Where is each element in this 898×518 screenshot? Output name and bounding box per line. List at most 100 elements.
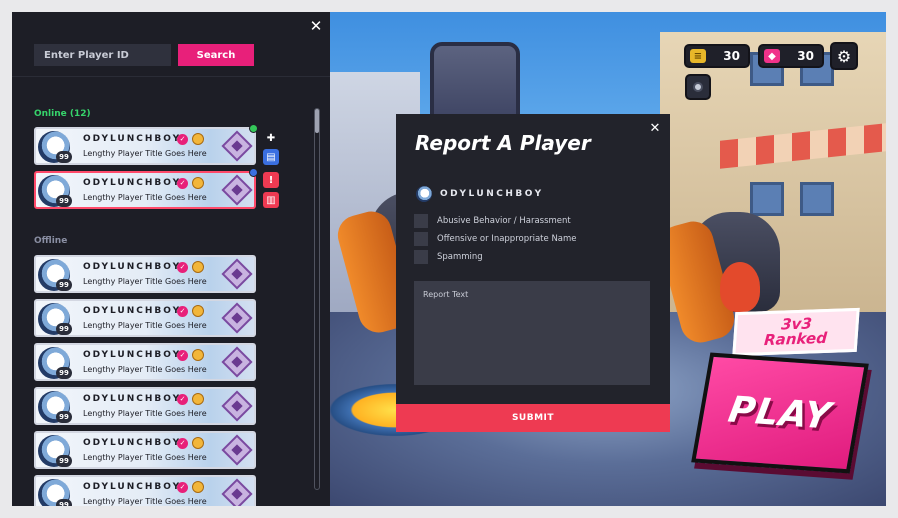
game-mode-selector[interactable]: 3v3 Ranked xyxy=(732,307,860,357)
chat-button[interactable]: ▤ xyxy=(263,149,279,165)
verified-icon: ✓ xyxy=(177,394,188,405)
reported-player-avatar xyxy=(416,186,432,202)
close-icon[interactable]: ✕ xyxy=(308,18,324,34)
emote-icon xyxy=(192,393,204,405)
friends-scrollbar[interactable] xyxy=(314,108,320,490)
offline-friend-card[interactable]: 99 ODYLUNCHBOY ✓ Lengthy Player Title Goes … xyxy=(34,299,256,337)
submit-button[interactable]: SUBMIT xyxy=(396,404,670,432)
play-button[interactable]: PLAY xyxy=(691,352,869,474)
report-option-abusive[interactable]: Abusive Behavior / Harassment xyxy=(414,214,571,228)
building-window xyxy=(750,182,784,216)
player-name: ODYLUNCHBOY xyxy=(83,394,182,404)
remove-friend-button[interactable]: ▥ xyxy=(263,192,279,208)
verified-icon: ✓ xyxy=(177,482,188,493)
player-name: ODYLUNCHBOY xyxy=(83,438,182,448)
level-badge: 99 xyxy=(56,279,72,291)
verified-icon: ✓ xyxy=(177,306,188,317)
online-header: Online (12) xyxy=(34,109,91,119)
player-title: Lengthy Player Title Goes Here xyxy=(83,149,207,158)
search-button[interactable]: Search xyxy=(178,44,254,66)
report-button[interactable]: ! xyxy=(263,172,279,188)
reported-player-name: ODYLUNCHBOY xyxy=(440,189,544,199)
player-title: Lengthy Player Title Goes Here xyxy=(83,409,207,418)
scrollbar-thumb[interactable] xyxy=(315,109,319,133)
online-status-dot xyxy=(249,168,258,177)
player-name: ODYLUNCHBOY xyxy=(83,262,182,272)
level-badge: 99 xyxy=(56,499,72,506)
sidebar-divider xyxy=(12,76,330,77)
offline-friend-card[interactable]: 99 ODYLUNCHBOY ✓ Lengthy Player Title Goes … xyxy=(34,255,256,293)
report-option-spamming[interactable]: Spamming xyxy=(414,250,483,264)
report-option-label: Spamming xyxy=(437,252,483,262)
offline-friend-card[interactable]: 99 ODYLUNCHBOY ✓ Lengthy Player Title Goes … xyxy=(34,475,256,506)
player-title: Lengthy Player Title Goes Here xyxy=(83,277,207,286)
player-title: Lengthy Player Title Goes Here xyxy=(83,365,207,374)
trash-icon: ▥ xyxy=(266,194,276,206)
plus-icon: ✚ xyxy=(266,132,276,144)
coin-value: 30 xyxy=(723,49,740,63)
settings-button[interactable]: ⚙ xyxy=(830,42,858,70)
character-hand xyxy=(720,262,760,312)
player-title: Lengthy Player Title Goes Here xyxy=(83,321,207,330)
verified-icon: ✓ xyxy=(177,134,188,145)
camera-icon xyxy=(693,82,703,92)
report-text-area[interactable] xyxy=(414,281,650,385)
coin-counter: ≡ 30 xyxy=(684,44,750,68)
building-window xyxy=(800,182,834,216)
level-badge: 99 xyxy=(56,195,72,207)
player-name: ODYLUNCHBOY xyxy=(83,306,182,316)
level-badge: 99 xyxy=(56,455,72,467)
emote-icon xyxy=(192,261,204,273)
gear-icon: ⚙ xyxy=(836,46,852,66)
verified-icon: ✓ xyxy=(177,438,188,449)
coin-icon: ≡ xyxy=(690,49,706,63)
rank-icon xyxy=(221,434,253,466)
mode-label-line2: Ranked xyxy=(763,328,828,350)
abusive-checkbox[interactable] xyxy=(414,214,428,228)
emote-icon xyxy=(192,349,204,361)
offline-friend-card[interactable]: 99 ODYLUNCHBOY ✓ Lengthy Player Title Goes … xyxy=(34,387,256,425)
rank-icon xyxy=(221,130,253,162)
offensive-name-checkbox[interactable] xyxy=(414,232,428,246)
play-label: PLAY xyxy=(725,388,835,438)
game-screen: ≡ 30 ◆ 30 ⚙ 3v3 Ranked PLAY ✕ Search Onl… xyxy=(12,12,886,506)
player-name: ODYLUNCHBOY xyxy=(83,482,182,492)
report-option-label: Offensive or Inappropriate Name xyxy=(437,234,577,244)
player-title: Lengthy Player Title Goes Here xyxy=(83,193,207,202)
chat-icon: ▤ xyxy=(266,151,276,163)
close-icon[interactable]: ✕ xyxy=(648,122,662,136)
emote-icon xyxy=(192,305,204,317)
modal-title: Report A Player xyxy=(415,131,591,155)
player-title: Lengthy Player Title Goes Here xyxy=(83,497,207,506)
spamming-checkbox[interactable] xyxy=(414,250,428,264)
friends-sidebar: ✕ Search Online (12) 99ODYLUNCHBOY✓Lengt… xyxy=(12,12,330,506)
level-badge: 99 xyxy=(56,323,72,335)
rank-icon xyxy=(221,346,253,378)
emote-icon xyxy=(192,177,204,189)
offline-friend-card[interactable]: 99 ODYLUNCHBOY ✓ Lengthy Player Title Goes … xyxy=(34,343,256,381)
verified-icon: ✓ xyxy=(177,262,188,273)
level-badge: 99 xyxy=(56,367,72,379)
emote-icon xyxy=(192,133,204,145)
player-name: ODYLUNCHBOY xyxy=(83,178,182,188)
verified-icon: ✓ xyxy=(177,350,188,361)
online-friend-card[interactable]: 99 ODYLUNCHBOY ✓ Lengthy Player Title Goes … xyxy=(34,171,256,209)
gem-counter: ◆ 30 xyxy=(758,44,824,68)
emote-icon xyxy=(192,481,204,493)
rank-icon xyxy=(221,258,253,290)
player-id-input[interactable] xyxy=(34,44,171,66)
player-title: Lengthy Player Title Goes Here xyxy=(83,453,207,462)
report-option-label: Abusive Behavior / Harassment xyxy=(437,216,571,226)
report-icon: ! xyxy=(268,174,274,186)
camera-button[interactable] xyxy=(685,74,711,100)
offline-friend-card[interactable]: 99 ODYLUNCHBOY ✓ Lengthy Player Title Goes … xyxy=(34,431,256,469)
emote-icon xyxy=(192,437,204,449)
add-friend-button[interactable]: ✚ xyxy=(263,130,279,146)
online-friend-card[interactable]: 99 ODYLUNCHBOY ✓ Lengthy Player Title Goes … xyxy=(34,127,256,165)
report-option-offensive-name[interactable]: Offensive or Inappropriate Name xyxy=(414,232,577,246)
level-badge: 99 xyxy=(56,151,72,163)
rank-icon xyxy=(221,478,253,506)
online-status-dot xyxy=(249,124,258,133)
rank-icon xyxy=(221,390,253,422)
player-name: ODYLUNCHBOY xyxy=(83,134,182,144)
